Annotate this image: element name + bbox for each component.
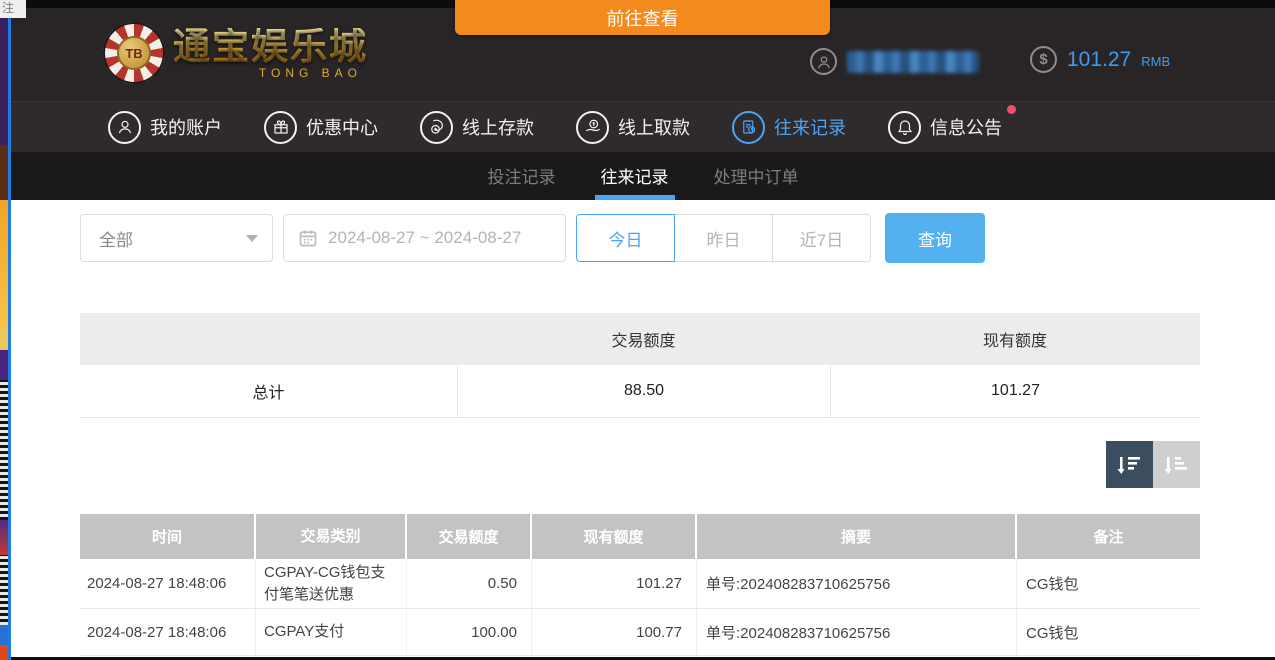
summary-total-label: 总计 [80, 365, 457, 417]
chevron-down-icon [246, 235, 258, 242]
today-button[interactable]: 今日 [576, 214, 675, 262]
logo-title: 通宝娱乐城 [173, 28, 368, 65]
nav-item-my-account[interactable]: 我的账户 [108, 111, 222, 144]
cell-type: CGPAY-CG钱包支付笔笔送优惠 [256, 559, 407, 608]
tab-bet-records[interactable]: 投注记录 [488, 163, 556, 200]
background-page-sliver [0, 0, 8, 660]
balance-value: 101.27 [1067, 48, 1131, 72]
col-header-summary: 摘要 [697, 514, 1017, 559]
cell-note: CG钱包 [1017, 559, 1200, 608]
cell-balance: 101.27 [532, 559, 697, 608]
records-table: 时间 交易类别 交易额度 现有额度 摘要 备注 2024-08-27 18:48… [80, 514, 1200, 656]
nav-label: 线上存款 [462, 114, 534, 140]
yesterday-button[interactable]: 昨日 [674, 214, 773, 262]
cell-amount: 100.00 [407, 609, 532, 655]
sort-controls [80, 441, 1200, 488]
summary-current-total: 101.27 [830, 365, 1200, 417]
tab-transaction-records[interactable]: 往来记录 [601, 163, 669, 200]
summary-header-current: 现有额度 [830, 313, 1200, 365]
nav-item-deposit[interactable]: 线上存款 [420, 111, 534, 144]
user-area[interactable] [810, 48, 979, 75]
sort-descending-icon [1117, 452, 1143, 478]
nav-label: 信息公告 [930, 114, 1002, 140]
summary-transaction-total: 88.50 [457, 365, 830, 417]
logo[interactable]: TB 通宝娱乐城 TONG BAO [103, 22, 368, 84]
search-button[interactable]: 查询 [885, 213, 985, 263]
nav-item-promotions[interactable]: 优惠中心 [264, 111, 378, 144]
cell-summary: 单号:202408283710625756 [697, 559, 1017, 608]
bell-icon [888, 111, 921, 144]
nav-item-transactions[interactable]: 往来记录 [732, 111, 846, 144]
coin-icon: $ [1030, 46, 1057, 73]
summary-total-row: 总计 88.50 101.27 [80, 365, 1200, 417]
balance-currency: RMB [1141, 54, 1170, 69]
nav-item-announcements[interactable]: 信息公告 [888, 111, 1002, 144]
col-header-type: 交易类别 [256, 514, 407, 559]
cell-time: 2024-08-27 18:48:06 [80, 559, 256, 608]
user-icon [108, 111, 141, 144]
user-avatar-icon [810, 48, 837, 75]
nav-label: 我的账户 [150, 114, 222, 140]
cell-balance: 100.77 [532, 609, 697, 655]
table-row: 2024-08-27 18:48:06 CGPAY支付 100.00 100.7… [80, 609, 1200, 656]
cell-type: CGPAY支付 [256, 609, 407, 655]
nav-label: 线上取款 [618, 114, 690, 140]
type-select[interactable]: 全部 [80, 214, 273, 262]
page: 注 前往查看 TB 通宝娱乐城 TONG BAO [0, 0, 1275, 660]
table-row: 2024-08-27 18:48:06 CGPAY-CG钱包支付笔笔送优惠 0.… [80, 559, 1200, 609]
last7days-button[interactable]: 近7日 [772, 214, 871, 262]
calendar-icon [298, 228, 318, 248]
cell-amount: 0.50 [407, 559, 532, 608]
date-range-input[interactable]: 2024-08-27 ~ 2024-08-27 [283, 214, 566, 262]
notification-dot [1007, 105, 1016, 114]
filter-row: 全部 2024-08-27 ~ 2024-08-27 今日 昨日 近7日 [80, 213, 1275, 263]
balance-area[interactable]: $ 101.27 RMB [1030, 46, 1170, 73]
app-window: 前往查看 TB 通宝娱乐城 TONG BAO [11, 0, 1275, 660]
records-header-row: 时间 交易类别 交易额度 现有额度 摘要 备注 [80, 514, 1200, 559]
nav-label: 优惠中心 [306, 114, 378, 140]
logo-subtitle: TONG BAO [259, 67, 362, 79]
cell-note: CG钱包 [1017, 609, 1200, 655]
cell-time: 2024-08-27 18:48:06 [80, 609, 256, 655]
tab-pending-orders[interactable]: 处理中订单 [714, 163, 799, 200]
summary-header-empty [80, 313, 457, 365]
scrollbar[interactable] [8, 0, 11, 660]
sort-ascending-icon [1164, 452, 1190, 478]
poker-chip-icon: TB [103, 22, 165, 84]
sort-descending-button[interactable] [1106, 441, 1153, 488]
goto-view-button[interactable]: 前往查看 [455, 0, 830, 35]
col-header-note: 备注 [1017, 514, 1200, 559]
col-header-amount: 交易额度 [407, 514, 532, 559]
nav-label: 往来记录 [774, 114, 846, 140]
content: 全部 2024-08-27 ~ 2024-08-27 今日 昨日 近7日 [11, 200, 1275, 660]
gift-icon [264, 111, 297, 144]
cell-summary: 单号:202408283710625756 [697, 609, 1017, 655]
deposit-icon [420, 111, 453, 144]
summary-table: 交易额度 现有额度 总计 88.50 101.27 [80, 313, 1200, 418]
quick-date-group: 今日 昨日 近7日 [576, 214, 871, 262]
main-nav: 我的账户 优惠中心 线上存款 线上取款 [11, 101, 1275, 152]
sub-tabs: 投注记录 往来记录 处理中订单 [11, 152, 1275, 200]
summary-header-transaction: 交易额度 [457, 313, 830, 365]
nav-item-withdraw[interactable]: 线上取款 [576, 111, 690, 144]
summary-header-row: 交易额度 现有额度 [80, 313, 1200, 365]
sort-ascending-button[interactable] [1153, 441, 1200, 488]
col-header-balance: 现有额度 [532, 514, 697, 559]
withdraw-icon [576, 111, 609, 144]
col-header-time: 时间 [80, 514, 256, 559]
username-masked [847, 51, 979, 73]
records-icon [732, 111, 765, 144]
background-page-tab: 注 [0, 0, 26, 18]
